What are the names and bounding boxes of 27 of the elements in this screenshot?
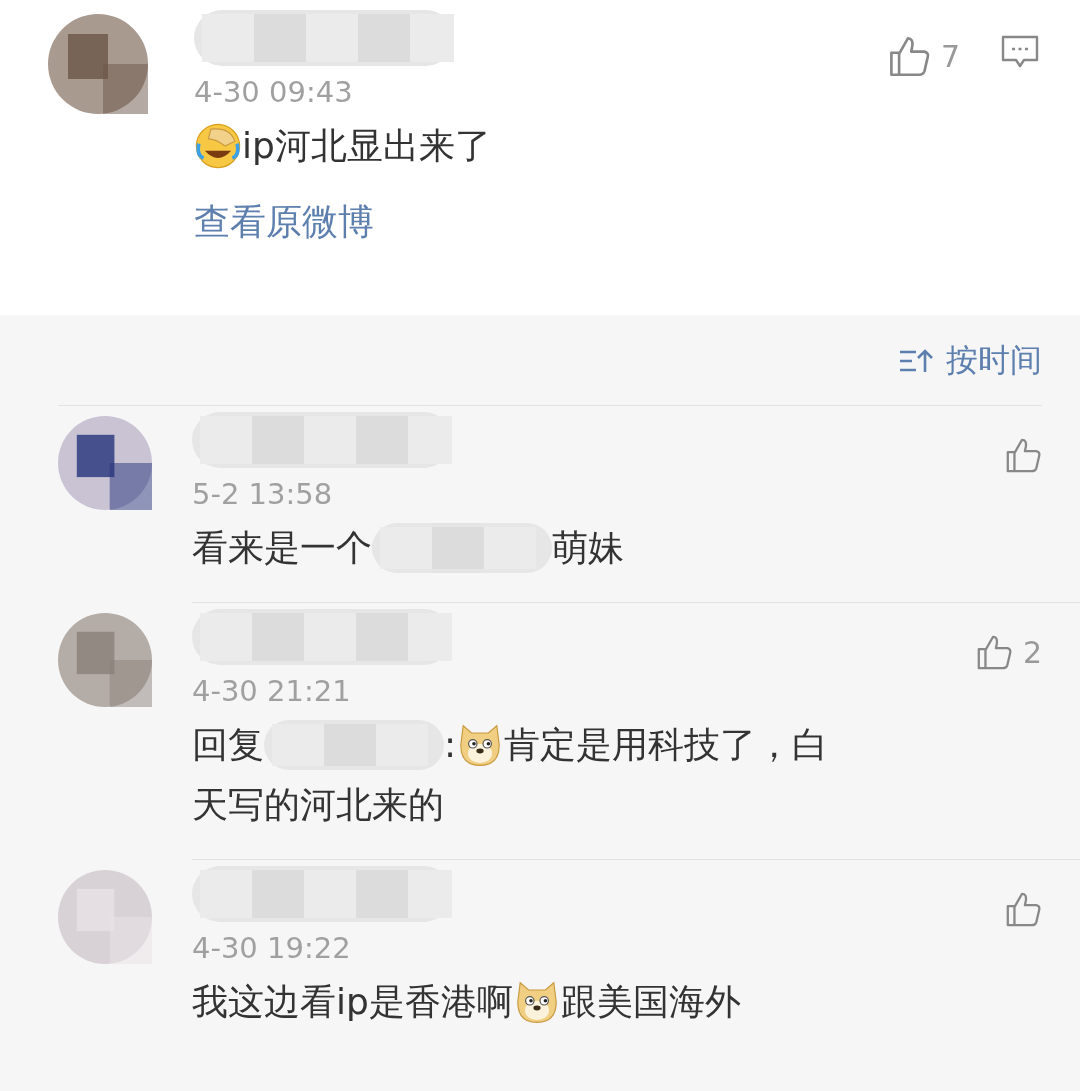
sort-button[interactable]: 按时间 [898,339,1042,383]
avatar[interactable] [58,416,152,510]
like-button[interactable] [1004,890,1042,928]
comment-text: 肯定是用科技了，白 [504,723,829,767]
avatar[interactable] [48,14,148,114]
sort-icon [898,347,934,375]
comment-text: : [444,723,457,767]
thumbs-up-icon [1004,436,1042,474]
comment-text: 回复 [192,723,264,767]
comment-text: 萌妹 [552,526,624,570]
comment-text: 跟美国海外 [560,980,741,1024]
view-original-link[interactable]: 查看原微博 [194,198,374,247]
comment-text: ip河北显出来了 [242,124,491,168]
comment-text: 看来是一个 [192,526,372,570]
avatar[interactable] [58,613,152,707]
comment-icon[interactable] [1000,34,1040,70]
like-button[interactable]: 2 [974,633,1042,671]
comment-text: 天写的河北来的 [192,783,444,827]
like-button[interactable]: 7 [886,34,960,78]
comment-time: 4-30 19:22 [192,930,352,967]
like-button[interactable] [1004,436,1042,474]
comment-time: 4-30 09:43 [194,74,354,111]
comment-time: 4-30 21:21 [192,673,352,710]
laughing-emoji-icon [194,122,242,170]
thumbs-up-icon [1004,890,1042,928]
comment-time: 5-2 13:58 [192,476,334,513]
comment-text: 我这边看ip是香港啊 [192,980,513,1024]
